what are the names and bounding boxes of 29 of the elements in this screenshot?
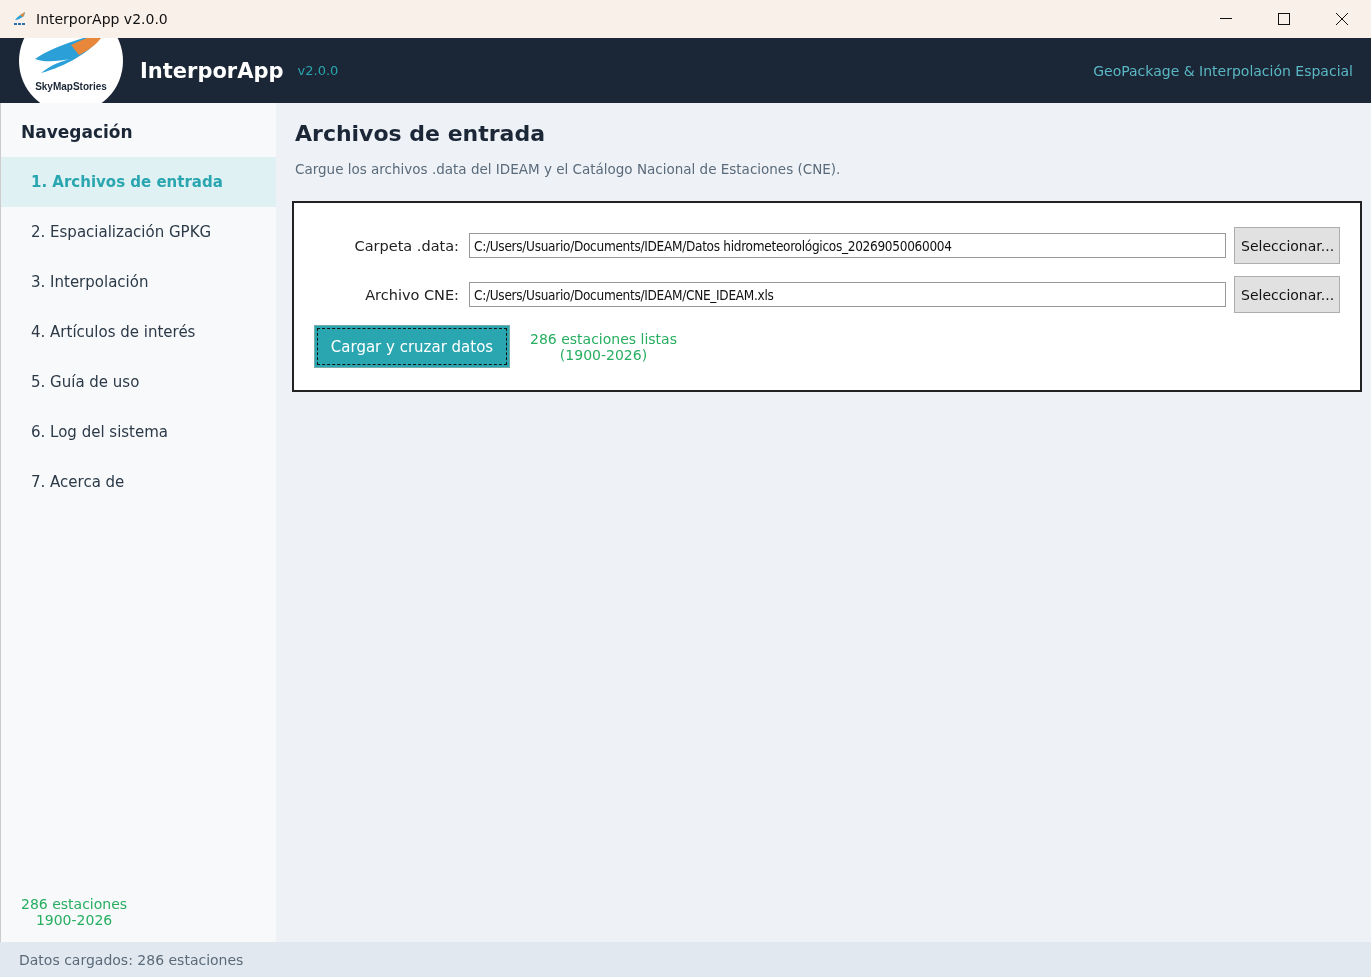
select-button[interactable]: Seleccionar... bbox=[1234, 276, 1340, 313]
path-field[interactable]: C:/Users/Usuario/Documents/IDEAM/CNE_IDEAM.xls bbox=[469, 282, 1226, 307]
page-title: Archivos de entrada bbox=[295, 121, 547, 146]
minimize-icon[interactable] bbox=[1220, 18, 1232, 20]
nav-item[interactable]: 6. Log del sistema bbox=[1, 407, 276, 457]
window-title: InterporApp v2.0.0 bbox=[36, 11, 168, 27]
summary-text: 1900-2026 bbox=[35, 912, 113, 928]
result-text: (1900-2026) bbox=[559, 346, 648, 363]
app-icon bbox=[12, 11, 28, 27]
field-label: Archivo CNE: bbox=[364, 286, 459, 303]
nav-item[interactable]: 3. Interpolación bbox=[1, 257, 276, 307]
summary-text: 286 estaciones bbox=[21, 896, 128, 912]
status-text: Datos cargados: 286 estaciones bbox=[19, 951, 244, 968]
nav-item[interactable]: 5. Guía de uso bbox=[1, 357, 276, 407]
maximize-icon[interactable] bbox=[1278, 13, 1290, 25]
logo: SkyMapStories bbox=[19, 38, 123, 103]
close-icon[interactable] bbox=[1336, 13, 1348, 25]
nav-item[interactable]: 4. Artículos de interés bbox=[1, 307, 276, 357]
field-label: Carpeta .data: bbox=[353, 237, 459, 254]
nav-item[interactable]: 2. Espacialización GPKG bbox=[1, 207, 276, 257]
path-field[interactable]: C:/Users/Usuario/Documents/IDEAM/Datos hidrometeorológicos_20269050060004 bbox=[469, 233, 1226, 258]
page-description: Cargue los archivos .data del IDEAM y el Catálogo Nacional de Estaciones (CNE). bbox=[295, 161, 842, 177]
version-label: v2.0.0 bbox=[297, 63, 339, 78]
tagline: GeoPackage & Interpolación Espacial bbox=[1093, 62, 1353, 79]
nav-item[interactable]: 7. Acerca de bbox=[1, 457, 276, 507]
result-text: 286 estaciones listas bbox=[530, 330, 677, 347]
select-button[interactable]: Seleccionar... bbox=[1234, 227, 1340, 264]
app-name: InterporApp bbox=[140, 58, 284, 83]
sidebar-title: Navegación bbox=[20, 121, 134, 144]
